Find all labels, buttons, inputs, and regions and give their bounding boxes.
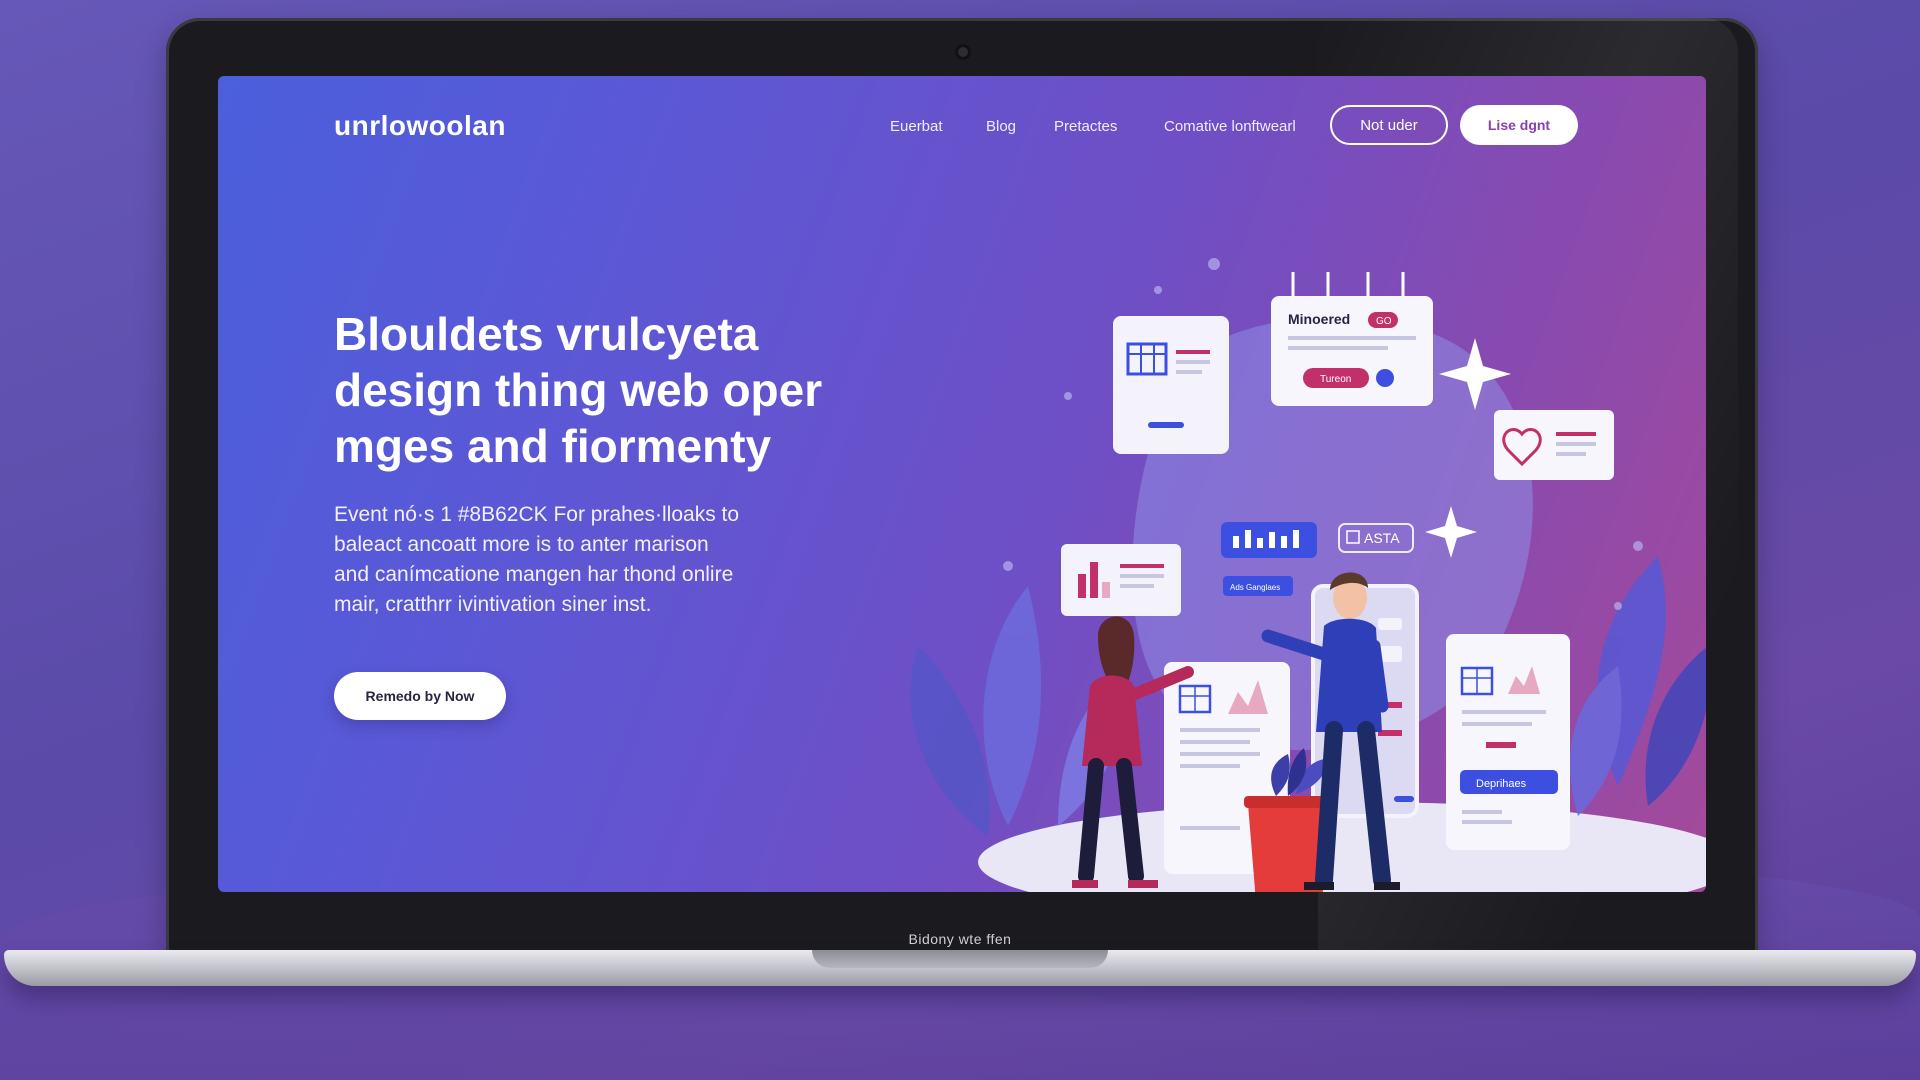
nav-link-4[interactable]: Comative lonftwearl xyxy=(1164,118,1296,135)
nav-link-blog[interactable]: Blog xyxy=(986,118,1016,135)
heart-card xyxy=(1494,410,1614,480)
nav-signup-button[interactable]: Lise dgnt xyxy=(1460,105,1578,145)
hero-description-line: baleact ancoatt more is to anter marison xyxy=(334,533,709,556)
right-leaves xyxy=(1570,556,1706,816)
hero-description-line: and canímcatione mangen har thond onlire xyxy=(334,563,734,586)
laptop-base-notch xyxy=(812,950,1108,968)
site-logo[interactable]: unrlowoolan xyxy=(334,110,506,142)
small-tag-label: Ads Ganglaes xyxy=(1230,583,1280,592)
chart-card xyxy=(1061,544,1181,616)
calendar-card xyxy=(1113,316,1229,454)
laptop-screen: unrlowoolan Euerbat Blog Pretactes Comat… xyxy=(218,76,1706,892)
hero-title-line: Blouldets vrulcyeta xyxy=(334,308,759,360)
status-card-title: Minoered xyxy=(1288,311,1350,327)
hero-description-line: mair, cratthrr ivintivation siner inst. xyxy=(334,593,652,616)
nav-link-1[interactable]: Euerbat xyxy=(890,118,943,135)
hero-title-line: mges and fiormenty xyxy=(334,420,772,472)
deprihaes-button-label: Deprihaes xyxy=(1476,778,1527,790)
site-navbar: unrlowoolan Euerbat Blog Pretactes Comat… xyxy=(218,76,1706,176)
nav-link-3[interactable]: Pretactes xyxy=(1054,118,1117,135)
nav-outline-button[interactable]: Not uder xyxy=(1330,105,1448,145)
hero-title: Blouldets vrulcyeta design thing web ope… xyxy=(334,306,894,474)
status-card-badge: GO xyxy=(1376,316,1392,327)
webcam-icon xyxy=(955,44,971,60)
hero-illustration: Minoered GO Tureon ASTA Ads Ganglaes Dep… xyxy=(910,258,1706,892)
asta-label: ASTA xyxy=(1364,530,1400,546)
right-document-card: Deprihaes xyxy=(1446,634,1570,850)
laptop-brand-label: Bidony wte ffen xyxy=(908,931,1012,947)
hero-title-line: design thing web oper xyxy=(334,364,823,416)
hero-description: Event nó·s 1 #8B62CK For prahes·lloaks t… xyxy=(334,500,834,620)
hero-cta-button[interactable]: Remedo by Now xyxy=(334,672,506,720)
status-card: Minoered GO Tureon xyxy=(1271,272,1433,406)
status-card-button: Tureon xyxy=(1320,374,1351,385)
bar-chip xyxy=(1221,522,1317,558)
hero-description-line: Event nó·s 1 #8B62CK For prahes·lloaks t… xyxy=(334,503,740,526)
